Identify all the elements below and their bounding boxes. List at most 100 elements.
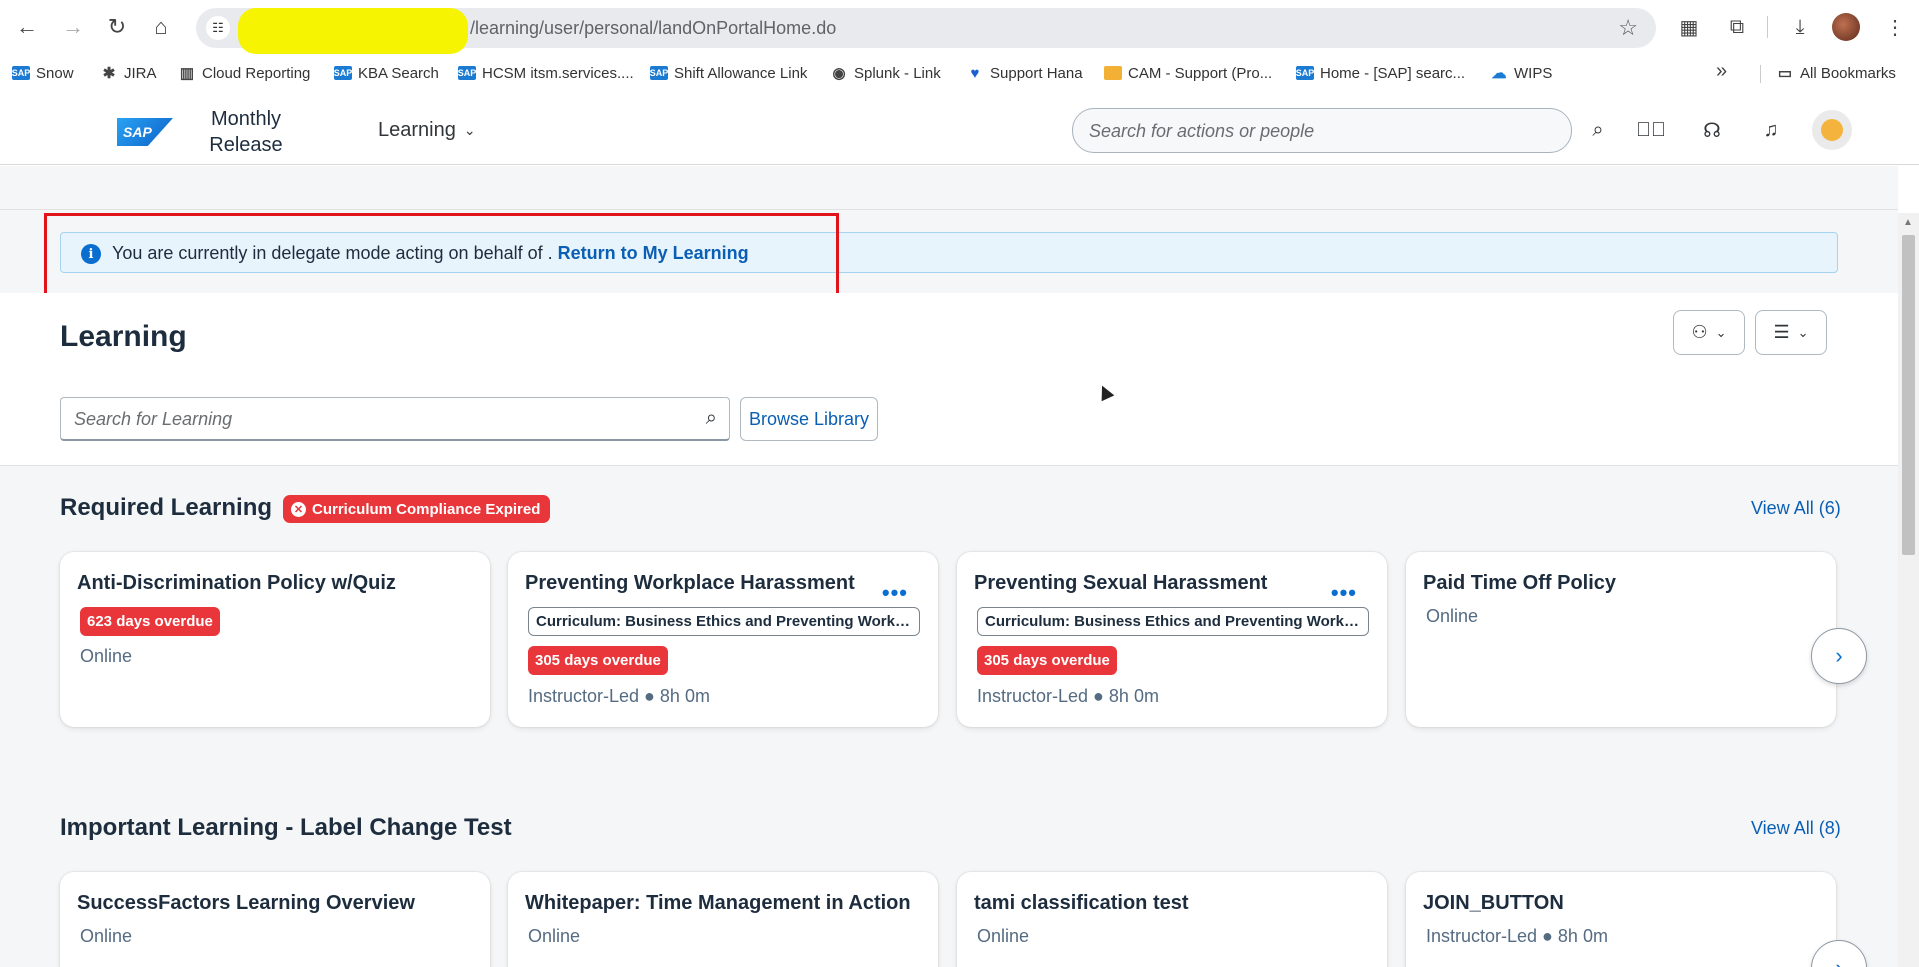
carousel-next-button[interactable]: › <box>1811 628 1867 684</box>
learning-card[interactable]: Preventing Workplace Harassment ••• Curr… <box>508 552 938 727</box>
bookmarks-divider <box>1760 65 1761 83</box>
required-view-all-link[interactable]: View All (6) <box>1751 498 1841 519</box>
bookmark-wips[interactable]: ☁ WIPS <box>1490 63 1553 83</box>
site-settings-icon[interactable]: ☷ <box>206 16 230 40</box>
address-url: /learning/user/personal/landOnPortalHome… <box>470 18 837 38</box>
bookmark-jira[interactable]: ✱ JIRA <box>100 63 157 83</box>
learning-card[interactable]: JOIN_BUTTON Instructor-Led ● 8h 0m <box>1406 872 1836 967</box>
bookmark-cam-support[interactable]: CAM - Support (Pro... <box>1104 63 1272 83</box>
compliance-expired-text: Curriculum Compliance Expired <box>312 500 541 518</box>
learning-card[interactable]: tami classification test Online <box>957 872 1387 967</box>
extensions-icon[interactable]: ⧉ <box>1722 12 1752 42</box>
bookmark-label: Snow <box>36 64 74 82</box>
user-filter-button[interactable]: ⚇ ⌄ <box>1673 310 1745 355</box>
search-icon[interactable]: ⌕ <box>1585 117 1611 143</box>
folder-icon <box>1104 66 1122 80</box>
headset-icon[interactable]: ☊ <box>1699 117 1725 143</box>
card-meta: Instructor-Led ● 8h 0m <box>1426 926 1608 946</box>
learning-search-input[interactable]: Search for Learning ⌕ <box>60 397 730 441</box>
bookmark-label: KBA Search <box>358 64 439 82</box>
top-spacer <box>0 166 1898 210</box>
sap-logo[interactable]: SAP <box>117 118 173 146</box>
bookmark-hcsm[interactable]: SAP HCSM itsm.services.... <box>458 63 634 83</box>
important-view-all-link[interactable]: View All (8) <box>1751 818 1841 839</box>
scroll-up-arrow-icon[interactable]: ▲ <box>1903 217 1913 228</box>
card-meta: Online <box>80 646 133 666</box>
bookmark-label: WIPS <box>1514 64 1553 82</box>
bookmark-star-icon[interactable]: ☆ <box>1618 15 1638 41</box>
bookmark-label: CAM - Support (Pro... <box>1128 64 1273 82</box>
chevron-right-icon: › <box>1835 643 1843 668</box>
card-title: SuccessFactors Learning Overview <box>77 892 415 914</box>
scroll-thumb[interactable] <box>1902 235 1915 555</box>
bookmark-splunk[interactable]: ◉ Splunk - Link <box>830 63 941 83</box>
more-actions-icon[interactable]: ••• <box>882 580 908 606</box>
back-icon[interactable]: ← <box>12 12 42 42</box>
wips-icon: ☁ <box>1491 65 1507 82</box>
card-meta: Instructor-Led ● 8h 0m <box>977 686 1159 706</box>
bookmark-kba-search[interactable]: SAP KBA Search <box>334 63 439 83</box>
menu-dots-icon[interactable]: ⋮ <box>1880 12 1910 42</box>
chart-icon: ▥ <box>179 65 195 82</box>
important-learning-title: Important Learning - Label Change Test <box>60 814 512 841</box>
all-bookmarks[interactable]: ▭ All Bookmarks <box>1776 63 1896 83</box>
card-meta: Instructor-Led ● 8h 0m <box>528 686 710 706</box>
jira-icon: ✱ <box>102 65 116 82</box>
shell-menu-button[interactable]: Learning ⌄ <box>378 119 476 142</box>
bookmark-support-hana[interactable]: ♥ Support Hana <box>966 63 1083 83</box>
learning-card[interactable]: Paid Time Off Policy Online <box>1406 552 1836 727</box>
view-menu-button[interactable]: ☰ ⌄ <box>1755 310 1827 355</box>
sap-icon: SAP <box>333 66 353 80</box>
redaction-mark <box>238 8 468 54</box>
shell-search-placeholder: Search for actions or people <box>1089 121 1315 141</box>
card-meta: Online <box>1426 606 1479 626</box>
compliance-expired-badge: ✕ Curriculum Compliance Expired <box>283 495 551 523</box>
bookmark-cloud-reporting[interactable]: ▥ Cloud Reporting <box>178 63 311 83</box>
learning-card[interactable]: SuccessFactors Learning Overview Online <box>60 872 490 967</box>
folder-icon: ▭ <box>1777 65 1793 82</box>
required-learning-title: Required Learning <box>60 494 273 521</box>
learning-card[interactable]: Whitepaper: Time Management in Action On… <box>508 872 938 967</box>
card-meta: Online <box>528 926 581 946</box>
overdue-badge: 305 days overdue <box>977 646 1117 675</box>
qr-code-icon[interactable]: ▦ <box>1674 12 1704 42</box>
chevron-down-icon: ⌄ <box>1797 324 1809 340</box>
download-icon[interactable]: ⤓ <box>1785 12 1815 42</box>
home-icon[interactable]: ⌂ <box>146 12 176 42</box>
bookmark-label: Splunk - Link <box>854 64 941 82</box>
reload-icon[interactable]: ↻ <box>102 12 132 42</box>
bookmark-shift-allowance[interactable]: SAP Shift Allowance Link <box>649 63 808 83</box>
shell-search-input[interactable]: Search for actions or people <box>1072 108 1572 153</box>
bookmark-label: Home - [SAP] searc... <box>1320 64 1466 82</box>
bookmark-sap-search[interactable]: SAP Home - [SAP] searc... <box>1296 63 1465 83</box>
chevron-down-icon: ⌄ <box>463 122 476 138</box>
bookmarks-overflow-icon[interactable]: » <box>1716 60 1727 83</box>
learning-card[interactable]: Anti-Discrimination Policy w/Quiz 623 da… <box>60 552 490 727</box>
card-meta: Online <box>80 926 133 946</box>
shell-menu-label: Learning <box>378 119 456 141</box>
learning-card[interactable]: Preventing Sexual Harassment ••• Curricu… <box>957 552 1387 727</box>
card-title: Preventing Workplace Harassment <box>525 572 855 594</box>
more-actions-icon[interactable]: ••• <box>1331 580 1357 606</box>
search-icon[interactable]: ⌕ <box>706 407 717 430</box>
chevron-down-icon: ⌄ <box>1715 324 1727 340</box>
forward-icon[interactable]: → <box>58 12 88 42</box>
page-title: Learning <box>60 320 187 353</box>
card-title: Anti-Discrimination Policy w/Quiz <box>77 572 396 594</box>
user-avatar[interactable] <box>1812 110 1852 150</box>
page-scrollbar[interactable]: ▲ <box>1898 213 1919 967</box>
bookmark-snow[interactable]: SAP Snow <box>12 63 74 83</box>
browse-library-button[interactable]: Browse Library <box>740 397 878 441</box>
sap-icon: SAP <box>649 66 669 80</box>
task-check-icon[interactable]: ✓⃝ <box>1636 117 1666 143</box>
all-bookmarks-label: All Bookmarks <box>1800 64 1896 82</box>
address-bar[interactable]: ☷ /learning/user/personal/landOnPortalHo… <box>196 8 1656 54</box>
user-settings-icon: ⚇ <box>1691 322 1708 342</box>
profile-avatar[interactable] <box>1832 13 1860 41</box>
sap-icon: SAP <box>1295 66 1315 80</box>
heart-icon: ♥ <box>970 64 980 82</box>
card-title: Preventing Sexual Harassment <box>974 572 1268 594</box>
card-title: tami classification test <box>974 892 1189 914</box>
bell-icon[interactable]: ♫ <box>1758 117 1784 143</box>
bookmark-label: JIRA <box>124 64 157 82</box>
